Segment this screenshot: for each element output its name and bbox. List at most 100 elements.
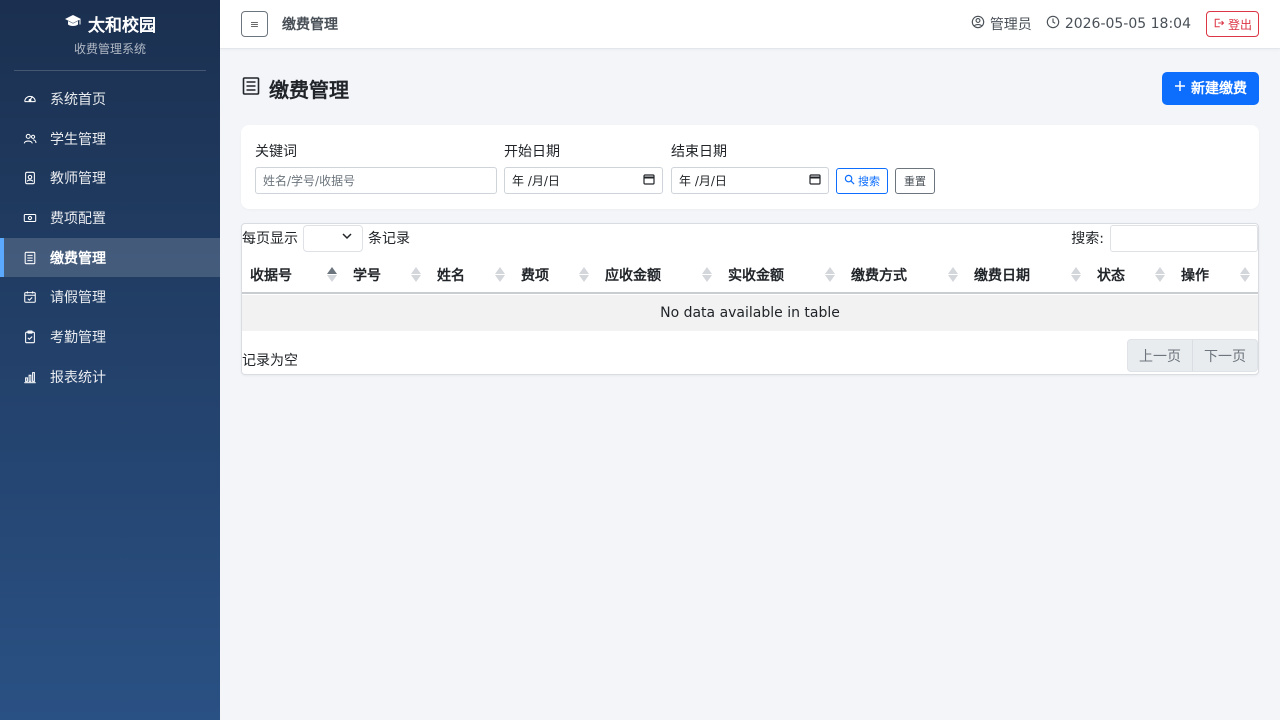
search-button[interactable]: 搜索 <box>836 168 888 194</box>
sort-icon <box>1240 267 1250 282</box>
search-label: 搜索 <box>858 175 880 188</box>
column-label: 应收金额 <box>605 268 661 284</box>
brand-subtitle: 收费管理系统 <box>73 42 146 56</box>
end-date-label: 结束日期 <box>671 144 727 160</box>
logout-label: 登出 <box>1227 17 1252 32</box>
table-search-control: 搜索: <box>1071 224 1258 252</box>
page-length-prefix: 每页显示 <box>242 231 298 247</box>
brand-name: 太和校园 <box>88 16 156 36</box>
payments-table-card: 每页显示 条记录 搜索: 收据号 学号 姓名 费项 应收金额 实收金额 缴费方式… <box>241 223 1259 375</box>
brand[interactable]: 太和校园 收费管理系统 <box>0 0 220 70</box>
sort-icon <box>948 267 958 282</box>
new-payment-button[interactable]: 新建缴费 <box>1162 71 1259 105</box>
current-datetime: 2026-05-05 18:04 <box>1064 16 1191 32</box>
sidebar-item-label: 系统首页 <box>50 91 106 108</box>
column-header-amount-due[interactable]: 应收金额 <box>597 258 720 292</box>
column-label: 缴费日期 <box>974 268 1030 284</box>
prev-page-button[interactable]: 上一页 <box>1128 340 1192 371</box>
page-length-control: 每页显示 条记录 <box>242 224 410 252</box>
search-icon <box>844 174 855 188</box>
column-header-receipt-no[interactable]: 收据号 <box>242 258 345 292</box>
receipt-icon <box>23 251 37 265</box>
column-header-pay-method[interactable]: 缴费方式 <box>843 258 966 292</box>
keyword-label: 关键词 <box>255 144 297 160</box>
column-label: 收据号 <box>250 268 292 284</box>
reset-button[interactable]: 重置 <box>895 168 935 194</box>
column-header-name[interactable]: 姓名 <box>429 258 513 292</box>
sidebar-item-payments[interactable]: 缴费管理 <box>0 237 220 278</box>
next-page-button[interactable]: 下一页 <box>1192 340 1257 371</box>
end-date-input[interactable]: 年 /月/日 <box>671 167 829 194</box>
sort-icon <box>702 267 712 282</box>
sidebar-item-leave[interactable]: 请假管理 <box>0 277 220 317</box>
start-date-input[interactable]: 年 /月/日 <box>504 167 663 194</box>
column-label: 实收金额 <box>728 268 784 284</box>
sort-icon <box>1071 267 1081 282</box>
page-length-suffix: 条记录 <box>368 231 410 247</box>
calendar-icon <box>809 173 821 188</box>
column-label: 操作 <box>1181 268 1209 284</box>
receipt-icon <box>241 76 261 101</box>
sort-icon <box>495 267 505 282</box>
page-title-text: 缴费管理 <box>269 77 349 102</box>
column-header-actions[interactable]: 操作 <box>1173 258 1258 292</box>
column-header-status[interactable]: 状态 <box>1089 258 1173 292</box>
sidebar-item-label: 考勤管理 <box>50 329 106 346</box>
people-icon <box>23 132 37 146</box>
chevron-down-icon <box>341 230 353 246</box>
sidebar-item-attendance[interactable]: 考勤管理 <box>0 317 220 357</box>
sidebar-item-label: 缴费管理 <box>50 250 106 267</box>
column-header-student-id[interactable]: 学号 <box>345 258 429 292</box>
sort-icon <box>825 267 835 282</box>
pagination: 上一页 下一页 <box>1127 339 1258 372</box>
column-label: 费项 <box>521 268 549 284</box>
topbar-right: 管理员 2026-05-05 18:04 登出 <box>971 11 1259 37</box>
sidebar: 太和校园 收费管理系统 系统首页 学生管理 教师管理 费项配置 缴费管理 请假管… <box>0 0 220 720</box>
logout-button[interactable]: 登出 <box>1205 11 1259 37</box>
user-info: 管理员 <box>971 14 1032 34</box>
table-search-label: 搜索: <box>1071 231 1104 247</box>
sort-icon <box>579 267 589 282</box>
calendar-check-icon <box>23 290 37 304</box>
sidebar-item-fee-config[interactable]: 费项配置 <box>0 198 220 238</box>
speedometer-icon <box>23 92 37 106</box>
column-label: 缴费方式 <box>851 268 907 284</box>
keyword-input[interactable]: 姓名/学号/收据号 <box>255 167 497 194</box>
sidebar-item-label: 报表统计 <box>50 369 106 386</box>
sort-icon <box>1155 267 1165 282</box>
topbar: ≡ 缴费管理 管理员 2026-05-05 18:04 登出 <box>220 0 1280 49</box>
new-payment-label: 新建缴费 <box>1191 81 1247 97</box>
sidebar-nav: 系统首页 学生管理 教师管理 费项配置 缴费管理 请假管理 考勤管理 报表统计 <box>0 79 220 397</box>
user-name: 管理员 <box>989 17 1032 33</box>
sidebar-item-reports[interactable]: 报表统计 <box>0 357 220 397</box>
sidebar-toggle-button[interactable]: ≡ <box>241 11 268 37</box>
table-header-row: 收据号 学号 姓名 费项 应收金额 实收金额 缴费方式 缴费日期 状态 操作 <box>242 258 1258 294</box>
column-label: 学号 <box>353 268 381 284</box>
start-date-value: 年 /月/日 <box>512 174 560 188</box>
column-header-amount-paid[interactable]: 实收金额 <box>720 258 843 292</box>
sort-asc-icon <box>327 267 337 282</box>
column-header-fee-item[interactable]: 费项 <box>513 258 597 292</box>
calendar-icon <box>643 173 655 188</box>
person-badge-icon <box>23 171 37 185</box>
end-date-value: 年 /月/日 <box>679 174 727 188</box>
clipboard-check-icon <box>23 330 37 344</box>
page-title: 缴费管理 <box>241 74 349 103</box>
start-date-label: 开始日期 <box>504 144 560 160</box>
plus-icon <box>1174 80 1186 96</box>
sort-icon <box>411 267 421 282</box>
graduation-cap-icon <box>64 13 82 34</box>
page-length-select[interactable] <box>303 224 363 252</box>
keyword-placeholder: 姓名/学号/收据号 <box>263 174 356 188</box>
sidebar-item-teachers[interactable]: 教师管理 <box>0 158 220 198</box>
column-header-pay-date[interactable]: 缴费日期 <box>966 258 1089 292</box>
column-label: 姓名 <box>437 268 465 284</box>
table-search-input[interactable] <box>1110 224 1258 252</box>
sidebar-item-dashboard[interactable]: 系统首页 <box>0 79 220 119</box>
clock-icon <box>1046 15 1060 33</box>
sidebar-item-students[interactable]: 学生管理 <box>0 119 220 159</box>
filter-card: 关键词 姓名/学号/收据号 开始日期 年 /月/日 结束日期 年 /月/日 搜索… <box>241 125 1259 209</box>
sidebar-item-label: 学生管理 <box>50 131 106 148</box>
cash-icon <box>23 211 37 225</box>
sidebar-item-label: 教师管理 <box>50 171 106 188</box>
